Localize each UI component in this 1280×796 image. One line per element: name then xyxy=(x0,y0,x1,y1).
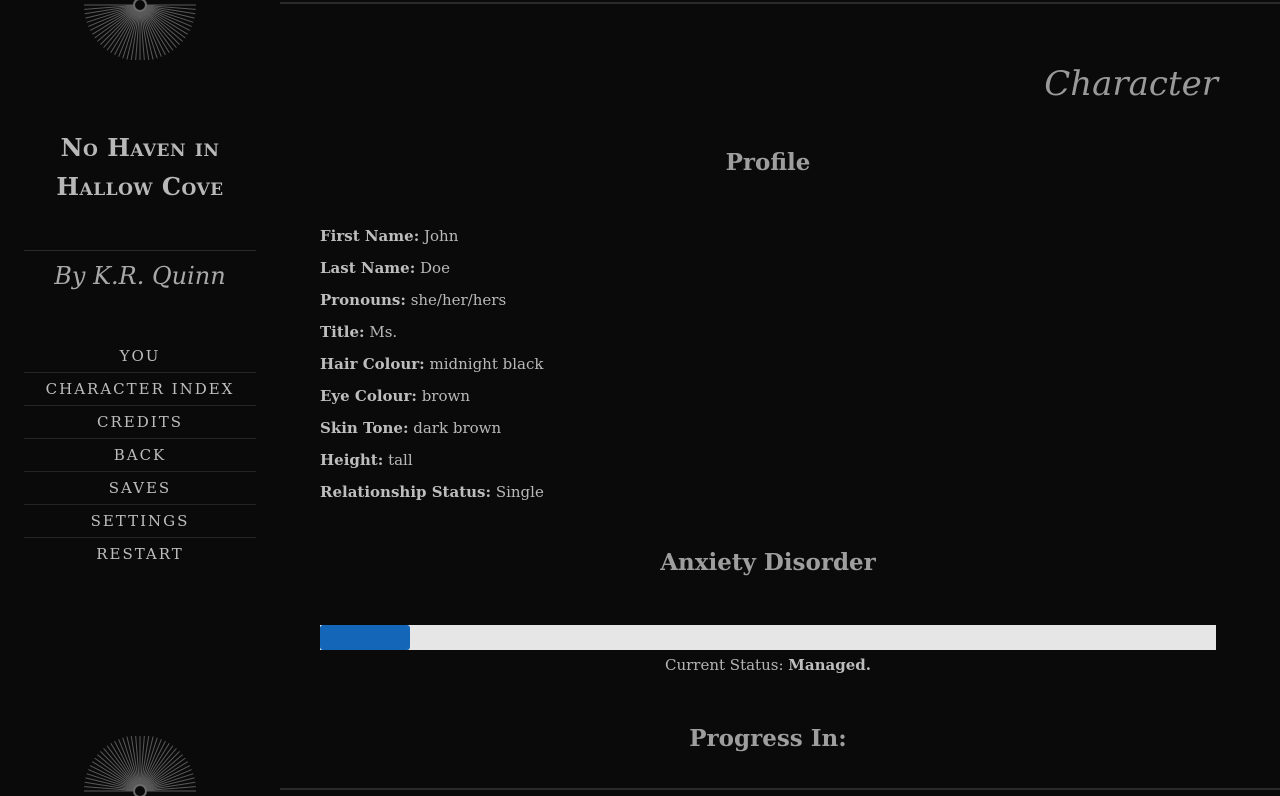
sunburst-ornament-bottom xyxy=(84,736,196,796)
sidebar-nav: YOU CHARACTER INDEX CREDITS BACK SAVES S… xyxy=(24,340,256,570)
sunburst-ornament-top xyxy=(84,0,196,60)
status-label: Current Status: xyxy=(665,656,784,674)
profile-heading: Profile xyxy=(725,149,811,176)
passage-title: Character xyxy=(1044,64,1218,104)
anxiety-meter xyxy=(320,625,1216,650)
profile-value: Single xyxy=(495,483,544,501)
profile-row-first-name: First Name: John xyxy=(320,223,544,255)
profile-row-last-name: Last Name: Doe xyxy=(320,255,544,287)
profile-label: Height: xyxy=(320,451,384,469)
nav-restart[interactable]: RESTART xyxy=(24,538,256,570)
profile-label: Relationship Status: xyxy=(320,483,492,501)
title-divider xyxy=(24,250,256,251)
author-byline: By K.R. Quinn xyxy=(54,262,226,290)
profile-value: John xyxy=(424,227,459,245)
profile-value: she/her/hers xyxy=(410,291,507,309)
profile-row-pronouns: Pronouns: she/her/hers xyxy=(320,287,544,319)
story-title: No Haven in Hallow Cove xyxy=(56,133,224,201)
progress-in-heading: Progress In: xyxy=(689,725,847,752)
anxiety-meter-fill xyxy=(320,625,410,650)
profile-label: Hair Colour: xyxy=(320,355,425,373)
nav-back[interactable]: BACK xyxy=(24,439,256,472)
profile-value: dark brown xyxy=(413,419,502,437)
nav-character-index[interactable]: CHARACTER INDEX xyxy=(24,373,256,406)
anxiety-status: Current Status: Managed. xyxy=(320,656,1216,674)
profile-row-relationship-status: Relationship Status: Single xyxy=(320,479,544,511)
nav-settings[interactable]: SETTINGS xyxy=(24,505,256,538)
status-value: Managed. xyxy=(788,656,871,674)
profile-value: midnight black xyxy=(429,355,544,373)
nav-credits[interactable]: CREDITS xyxy=(24,406,256,439)
profile-row-hair-colour: Hair Colour: midnight black xyxy=(320,351,544,383)
nav-saves[interactable]: SAVES xyxy=(24,472,256,505)
nav-you[interactable]: YOU xyxy=(24,340,256,373)
profile-row-eye-colour: Eye Colour: brown xyxy=(320,383,544,415)
profile-label: Skin Tone: xyxy=(320,419,409,437)
profile-value: tall xyxy=(388,451,413,469)
sidebar: No Haven in Hallow Cove By K.R. Quinn YO… xyxy=(0,0,280,796)
profile-value: brown xyxy=(421,387,471,405)
profile-label: First Name: xyxy=(320,227,420,245)
profile-value: Doe xyxy=(420,259,450,277)
profile-label: Last Name: xyxy=(320,259,416,277)
profile-row-height: Height: tall xyxy=(320,447,544,479)
profile-value: Ms. xyxy=(369,323,398,341)
profile-list: First Name: John Last Name: Doe Pronouns… xyxy=(320,223,544,511)
profile-label: Pronouns: xyxy=(320,291,406,309)
main-passage: Character Profile First Name: John Last … xyxy=(280,0,1280,796)
anxiety-disorder-heading: Anxiety Disorder xyxy=(660,549,876,576)
profile-label: Title: xyxy=(320,323,365,341)
profile-label: Eye Colour: xyxy=(320,387,417,405)
profile-row-title: Title: Ms. xyxy=(320,319,544,351)
profile-row-skin-tone: Skin Tone: dark brown xyxy=(320,415,544,447)
